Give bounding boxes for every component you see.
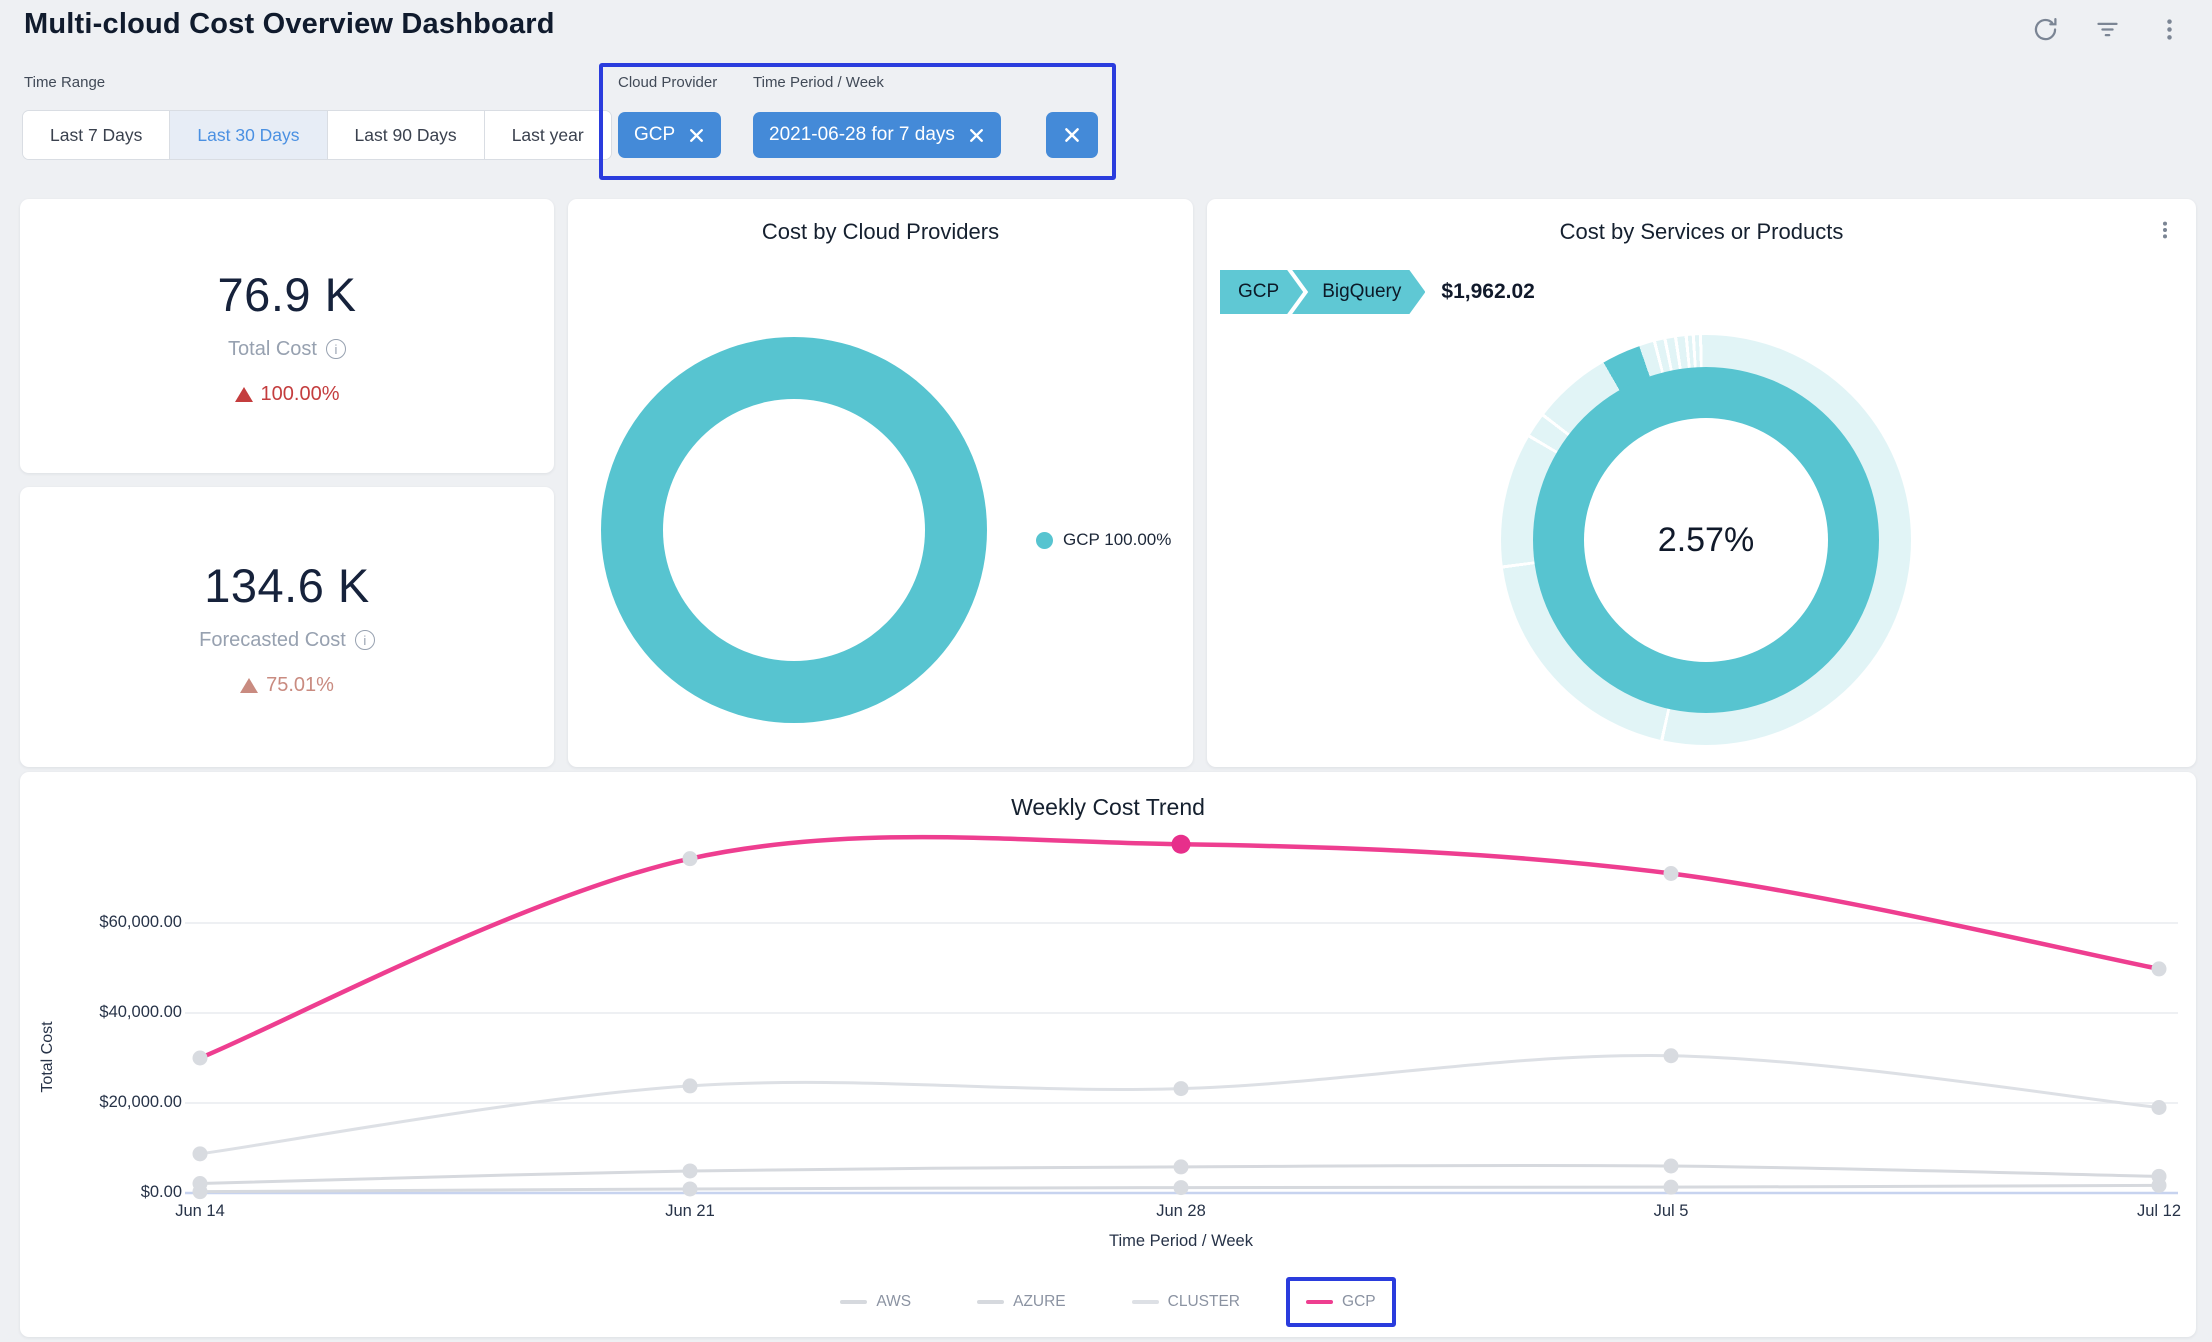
time-range-last-30-days[interactable]: Last 30 Days bbox=[170, 111, 327, 159]
x-axis-title: Time Period / Week bbox=[1031, 1232, 1331, 1251]
legend-dash bbox=[840, 1300, 867, 1304]
y-axis-title: Total Cost bbox=[39, 997, 57, 1117]
legend-label: CLUSTER bbox=[1168, 1293, 1240, 1311]
cloud-provider-label: Cloud Provider bbox=[618, 74, 717, 91]
data-point[interactable] bbox=[1174, 1180, 1189, 1195]
legend-label: AZURE bbox=[1013, 1293, 1066, 1311]
total-cost-kpi-card: 76.9 K Total Cost i 100.00% bbox=[20, 199, 554, 473]
forecasted-cost-label: Forecasted Cost bbox=[199, 629, 346, 652]
data-point[interactable] bbox=[683, 1181, 698, 1196]
highlighted-data-point[interactable] bbox=[1172, 835, 1191, 854]
close-icon bbox=[688, 127, 705, 144]
legend-dash bbox=[1306, 1300, 1333, 1304]
time-period-chip[interactable]: 2021-06-28 for 7 days bbox=[753, 112, 1001, 158]
breadcrumb-value: $1,962.02 bbox=[1441, 280, 1534, 304]
legend-item-azure[interactable]: AZURE bbox=[957, 1277, 1086, 1327]
y-tick-label: $60,000.00 bbox=[20, 913, 182, 932]
data-point[interactable] bbox=[193, 1176, 208, 1191]
data-point[interactable] bbox=[1174, 1081, 1189, 1096]
kebab-menu-icon[interactable] bbox=[2150, 215, 2180, 245]
data-point[interactable] bbox=[1664, 1180, 1679, 1195]
data-point[interactable] bbox=[193, 1051, 208, 1066]
providers-legend-label: GCP 100.00% bbox=[1063, 530, 1171, 550]
total-cost-label: Total Cost bbox=[228, 338, 317, 361]
triangle-up-icon bbox=[240, 678, 258, 693]
legend-dot bbox=[1036, 532, 1053, 549]
legend-label: AWS bbox=[876, 1293, 911, 1311]
legend-item-cluster[interactable]: CLUSTER bbox=[1112, 1277, 1260, 1327]
time-range-segmented-control: Last 7 Days Last 30 Days Last 90 Days La… bbox=[22, 110, 612, 160]
trend-legend: AWS AZURE CLUSTER GCP bbox=[20, 1277, 2196, 1327]
breadcrumb-gcp[interactable]: GCP bbox=[1220, 270, 1303, 314]
legend-label: GCP bbox=[1342, 1293, 1376, 1311]
data-point[interactable] bbox=[1664, 1048, 1679, 1063]
time-range-last-7-days[interactable]: Last 7 Days bbox=[23, 111, 170, 159]
close-icon bbox=[968, 127, 985, 144]
page-title: Multi-cloud Cost Overview Dashboard bbox=[24, 8, 555, 41]
providers-chart-title: Cost by Cloud Providers bbox=[568, 219, 1193, 245]
legend-item-aws[interactable]: AWS bbox=[820, 1277, 931, 1327]
data-point[interactable] bbox=[683, 1163, 698, 1178]
forecasted-cost-kpi-card: 134.6 K Forecasted Cost i 75.01% bbox=[20, 487, 554, 767]
data-point[interactable] bbox=[683, 1078, 698, 1093]
line-series-cluster bbox=[200, 1056, 2159, 1154]
time-period-label: Time Period / Week bbox=[753, 74, 884, 91]
time-period-chip-label: 2021-06-28 for 7 days bbox=[769, 124, 955, 146]
forecasted-cost-value: 134.6 K bbox=[204, 558, 370, 613]
cloud-provider-chip[interactable]: GCP bbox=[618, 112, 721, 158]
providers-donut-chart[interactable] bbox=[601, 337, 987, 723]
legend-item-gcp[interactable]: GCP bbox=[1286, 1277, 1396, 1327]
services-chart-title: Cost by Services or Products bbox=[1207, 219, 2196, 245]
cloud-provider-chip-label: GCP bbox=[634, 124, 675, 146]
triangle-up-icon bbox=[235, 387, 253, 402]
line-series-gcp bbox=[200, 837, 2159, 1058]
time-range-label: Time Range bbox=[24, 74, 105, 91]
data-point[interactable] bbox=[1664, 1159, 1679, 1174]
x-tick-label: Jun 28 bbox=[1111, 1202, 1251, 1221]
time-range-last-90-days[interactable]: Last 90 Days bbox=[328, 111, 485, 159]
y-tick-label: $0.00 bbox=[20, 1183, 182, 1202]
total-cost-value: 76.9 K bbox=[218, 267, 357, 322]
close-icon bbox=[1063, 126, 1081, 144]
cost-by-cloud-providers-card: Cost by Cloud Providers GCP 100.00% bbox=[568, 199, 1193, 767]
total-cost-delta-value: 100.00% bbox=[261, 383, 340, 406]
trend-line-chart[interactable] bbox=[20, 772, 2196, 1337]
providers-legend-item[interactable]: GCP 100.00% bbox=[1036, 530, 1171, 550]
clear-all-filters-button[interactable] bbox=[1046, 112, 1098, 158]
total-cost-delta: 100.00% bbox=[235, 383, 340, 406]
data-point[interactable] bbox=[683, 851, 698, 866]
refresh-icon[interactable] bbox=[2030, 14, 2060, 44]
services-center-label: 2.57% bbox=[1584, 418, 1828, 662]
breadcrumb: GCP BigQuery $1,962.02 bbox=[1220, 270, 1535, 314]
info-icon[interactable]: i bbox=[355, 630, 375, 650]
weekly-cost-trend-card: Weekly Cost Trend $0.00$20,000.00$40,000… bbox=[20, 772, 2196, 1337]
kebab-menu-icon[interactable] bbox=[2154, 14, 2184, 44]
data-point[interactable] bbox=[2152, 1100, 2167, 1115]
data-point[interactable] bbox=[193, 1146, 208, 1161]
header-toolbar bbox=[2030, 14, 2184, 44]
info-icon[interactable]: i bbox=[326, 339, 346, 359]
x-tick-label: Jul 12 bbox=[2089, 1202, 2212, 1221]
breadcrumb-bigquery[interactable]: BigQuery bbox=[1292, 270, 1425, 314]
filter-icon[interactable] bbox=[2092, 14, 2122, 44]
x-tick-label: Jun 14 bbox=[130, 1202, 270, 1221]
data-point[interactable] bbox=[2152, 961, 2167, 976]
cost-by-services-card: Cost by Services or Products GCP BigQuer… bbox=[1207, 199, 2196, 767]
data-point[interactable] bbox=[2152, 1169, 2167, 1184]
time-range-last-year[interactable]: Last year bbox=[485, 111, 611, 159]
x-tick-label: Jun 21 bbox=[620, 1202, 760, 1221]
legend-dash bbox=[977, 1300, 1004, 1304]
forecasted-cost-delta: 75.01% bbox=[240, 674, 334, 697]
x-tick-label: Jul 5 bbox=[1601, 1202, 1741, 1221]
data-point[interactable] bbox=[1174, 1159, 1189, 1174]
forecasted-cost-delta-value: 75.01% bbox=[266, 674, 334, 697]
data-point[interactable] bbox=[1664, 866, 1679, 881]
legend-dash bbox=[1132, 1300, 1159, 1304]
